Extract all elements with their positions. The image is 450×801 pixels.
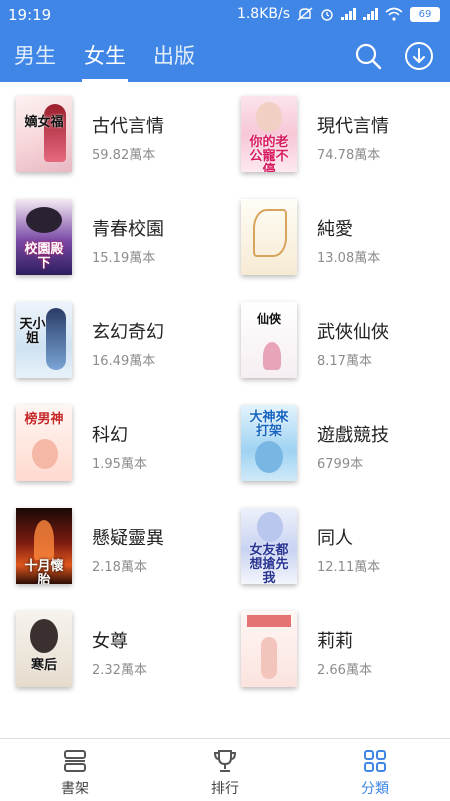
nav-bookshelf[interactable]: 書架 [0, 739, 150, 801]
book-cover: 榜男神 [16, 405, 72, 481]
nav-category[interactable]: 分類 [300, 739, 450, 801]
category-name: 同人 [317, 528, 353, 549]
category-item[interactable]: 你的老公寵不停 現代言情 74.78萬本 [225, 82, 450, 185]
battery-icon: 69 [410, 6, 440, 22]
book-cover: 仙俠 [241, 302, 297, 378]
category-count: 59.82萬本 [92, 148, 156, 163]
book-cover: 天小姐 [16, 302, 72, 378]
wifi-icon [385, 7, 403, 21]
category-count: 2.18萬本 [92, 560, 147, 575]
category-count: 6799本 [317, 457, 364, 472]
book-cover: 大神來打架 [241, 405, 297, 481]
category-item[interactable]: 十月懷胎 懸疑靈異 2.18萬本 [0, 494, 225, 597]
tab-female[interactable]: 女生 [82, 30, 128, 82]
book-cover [241, 611, 297, 687]
category-name: 莉莉 [317, 631, 353, 652]
category-item[interactable]: 女友都想搶先我 同人 12.11萬本 [225, 494, 450, 597]
tab-male[interactable]: 男生 [14, 30, 56, 82]
book-cover: 十月懷胎 [16, 508, 72, 584]
status-time: 19:19 [8, 6, 52, 24]
tab-publishing[interactable]: 出版 [153, 30, 195, 82]
book-cover [241, 199, 297, 275]
category-name: 武俠仙俠 [317, 322, 389, 343]
bookshelf-icon [64, 750, 86, 772]
mute-icon [297, 7, 313, 21]
category-item[interactable]: 大神來打架 遊戲競技 6799本 [225, 391, 450, 494]
category-name: 女尊 [92, 631, 128, 652]
category-item[interactable]: 天小姐 玄幻奇幻 16.49萬本 [0, 288, 225, 391]
bottom-navigation: 書架 排行 分類 [0, 738, 450, 801]
category-name: 懸疑靈異 [92, 528, 164, 549]
category-item[interactable]: 仙俠 武俠仙俠 8.17萬本 [225, 288, 450, 391]
book-cover: 校園殿下 [16, 199, 72, 275]
book-cover: 寒后 [16, 611, 72, 687]
nav-ranking[interactable]: 排行 [150, 739, 300, 801]
category-name: 科幻 [92, 425, 128, 446]
alarm-icon [321, 9, 333, 21]
status-icons: 1.8KB/s 69 [237, 6, 440, 22]
category-count: 12.11萬本 [317, 560, 381, 575]
category-item[interactable]: 純愛 13.08萬本 [225, 185, 450, 288]
book-cover: 你的老公寵不停 [241, 96, 297, 172]
category-item[interactable]: 嫡女福 古代言情 59.82萬本 [0, 82, 225, 185]
category-item[interactable]: 寒后 女尊 2.32萬本 [0, 597, 225, 700]
category-count: 8.17萬本 [317, 354, 372, 369]
signal-icon [341, 8, 356, 20]
category-item[interactable]: 莉莉 2.66萬本 [225, 597, 450, 700]
book-cover: 女友都想搶先我 [241, 508, 297, 584]
category-count: 1.95萬本 [92, 457, 147, 472]
network-speed: 1.8KB/s [236, 6, 290, 22]
category-grid: 嫡女福 古代言情 59.82萬本 你的老公寵不停 現代言情 74.78萬本 校園… [0, 82, 450, 738]
nav-bookshelf-label: 書架 [61, 781, 89, 797]
category-name: 現代言情 [317, 116, 389, 137]
category-count: 13.08萬本 [317, 251, 381, 266]
search-icon[interactable] [352, 40, 384, 72]
download-icon[interactable] [403, 40, 435, 72]
category-count: 15.19萬本 [92, 251, 156, 266]
category-count: 74.78萬本 [317, 148, 381, 163]
category-grid-icon [364, 750, 386, 772]
signal-icon [363, 8, 378, 20]
nav-ranking-label: 排行 [211, 781, 239, 797]
category-count: 2.66萬本 [317, 663, 372, 678]
book-cover: 嫡女福 [16, 96, 72, 172]
category-item[interactable]: 榜男神 科幻 1.95萬本 [0, 391, 225, 494]
status-bar: 19:19 1.8KB/s 69 [0, 0, 450, 30]
nav-category-label: 分類 [361, 781, 389, 797]
category-count: 16.49萬本 [92, 354, 156, 369]
category-name: 純愛 [317, 219, 353, 240]
trophy-icon [213, 750, 237, 772]
category-name: 遊戲競技 [317, 425, 389, 446]
category-name: 青春校園 [92, 219, 164, 240]
category-name: 古代言情 [92, 116, 164, 137]
category-count: 2.32萬本 [92, 663, 147, 678]
category-item[interactable]: 校園殿下 青春校園 15.19萬本 [0, 185, 225, 288]
top-navigation: 男生 女生 出版 [0, 30, 450, 82]
category-name: 玄幻奇幻 [92, 322, 164, 343]
